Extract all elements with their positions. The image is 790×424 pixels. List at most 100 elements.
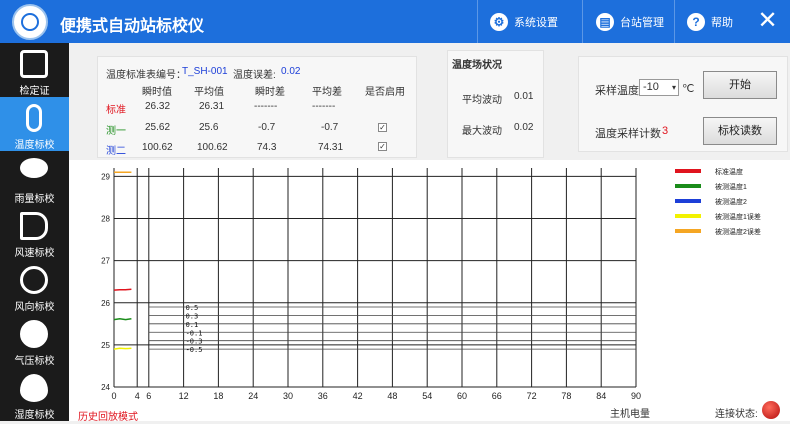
x-tick-label: 66 bbox=[492, 391, 502, 401]
legend-swatch bbox=[675, 214, 701, 218]
sidebar-item-wind-direction[interactable]: 风向标校 bbox=[0, 259, 69, 313]
col-header-avg: 平均值 bbox=[194, 87, 224, 98]
legend-swatch bbox=[675, 184, 701, 188]
row-std-instant: 26.32 bbox=[145, 101, 171, 112]
row-m2-instant-diff: 74.3 bbox=[257, 142, 277, 153]
sample-count-value: 3 bbox=[662, 125, 669, 137]
temp-error-label: 温度误差: bbox=[233, 70, 276, 81]
avg-fluct-value: 0.01 bbox=[514, 91, 534, 102]
sidebar-item-pressure[interactable]: 气压标校 bbox=[0, 313, 69, 367]
app-title: 便携式自动站标校仪 bbox=[60, 18, 205, 35]
sample-temp-label: 采样温度 bbox=[595, 85, 639, 97]
y-tick-label: 26 bbox=[101, 299, 110, 308]
sidebar-item-humidity[interactable]: 湿度标校 bbox=[0, 367, 69, 421]
chart-area: 0 4 6 12 18 24 30 36 42 48 54 60 66 72 78 84 90 24 25 26 27 2… bbox=[69, 160, 790, 421]
col-header-avg-diff: 平均差 bbox=[312, 87, 342, 98]
pressure-gauge-icon bbox=[20, 320, 48, 348]
row-m2-enabled-checkbox[interactable]: ✓ bbox=[378, 142, 387, 151]
std-id-label: 温度标准表编号： bbox=[106, 70, 186, 81]
row-m1-avg: 25.6 bbox=[199, 122, 219, 133]
standard-table-panel: 温度标准表编号： T_SH-001 温度误差: 0.02 瞬时值 平均值 瞬时差… bbox=[97, 56, 417, 158]
chevron-down-icon: ▾ bbox=[671, 83, 676, 92]
row-m2-avg: 100.62 bbox=[197, 142, 228, 153]
x-tick-label: 18 bbox=[213, 391, 223, 401]
legend-label: 被测温度1 bbox=[715, 182, 747, 191]
station-icon: ▤ bbox=[596, 12, 614, 31]
reference-line-label: 0.5 bbox=[186, 304, 199, 312]
y-tick-label: 27 bbox=[101, 257, 110, 266]
close-button[interactable]: ✕ bbox=[745, 0, 790, 43]
close-icon: ✕ bbox=[757, 7, 778, 34]
y-tick-label: 24 bbox=[101, 383, 110, 392]
row-m1-enabled-checkbox[interactable]: ✓ bbox=[378, 123, 387, 132]
row-std-name: 标准 bbox=[106, 105, 126, 116]
x-tick-label: 42 bbox=[353, 391, 363, 401]
row-std-avg: 26.31 bbox=[199, 101, 225, 112]
sidebar-item-wind-speed[interactable]: 风速标校 bbox=[0, 205, 69, 259]
std-id-value: T_SH-001 bbox=[182, 66, 228, 77]
row-m2-instant: 100.62 bbox=[142, 142, 173, 153]
col-header-instant: 瞬时值 bbox=[142, 87, 172, 98]
reference-line-label: -0.3 bbox=[186, 338, 203, 346]
row-m1-instant: 25.62 bbox=[145, 122, 171, 133]
series-line bbox=[113, 347, 132, 350]
system-settings-button[interactable]: ⚙ 系统设置 bbox=[480, 0, 580, 43]
legend-label: 标准温度 bbox=[715, 167, 743, 176]
station-management-button[interactable]: ▤ 台站管理 bbox=[586, 0, 674, 43]
x-tick-label: 24 bbox=[248, 391, 258, 401]
x-tick-label: 90 bbox=[631, 391, 641, 401]
legend-swatch bbox=[675, 199, 701, 203]
windsock-icon bbox=[20, 212, 48, 240]
certificate-icon bbox=[20, 50, 48, 78]
row-m1-name: 测一 bbox=[106, 126, 126, 137]
thermometer-icon bbox=[26, 104, 42, 132]
reference-line-label: 0.1 bbox=[186, 321, 199, 329]
y-tick-label: 28 bbox=[101, 215, 110, 224]
humidity-drop-icon bbox=[20, 374, 48, 402]
row-m1-instant-diff: -0.7 bbox=[258, 122, 276, 133]
row-m2-name: 测二 bbox=[106, 146, 126, 157]
x-tick-label: 0 bbox=[111, 391, 116, 401]
wind-direction-icon bbox=[20, 266, 48, 294]
x-tick-label: 4 bbox=[135, 391, 140, 401]
field-status-title: 温度场状况 bbox=[452, 60, 502, 71]
x-tick-label: 12 bbox=[179, 391, 189, 401]
legend-swatch bbox=[675, 229, 701, 233]
x-tick-label: 60 bbox=[457, 391, 467, 401]
max-fluct-label: 最大波动 bbox=[462, 126, 502, 137]
x-tick-label: 54 bbox=[422, 391, 432, 401]
x-tick-label: 78 bbox=[561, 391, 571, 401]
x-tick-label: 6 bbox=[146, 391, 151, 401]
start-button[interactable]: 开始 bbox=[703, 71, 777, 99]
y-tick-label: 29 bbox=[101, 172, 110, 181]
y-tick-label: 25 bbox=[101, 341, 110, 350]
sidebar-item-rain[interactable]: 雨量标校 bbox=[0, 151, 69, 205]
sample-count-label: 温度采样计数 bbox=[595, 128, 661, 140]
help-button[interactable]: ? 帮助 bbox=[677, 0, 745, 43]
rain-icon bbox=[20, 158, 48, 178]
series-line bbox=[113, 318, 132, 321]
gear-icon: ⚙ bbox=[490, 12, 508, 31]
sidebar-item-temperature[interactable]: 温度标校 bbox=[0, 97, 69, 151]
temperature-chart: 0 4 6 12 18 24 30 36 42 48 54 60 66 72 78 84 90 24 25 26 27 2… bbox=[69, 160, 790, 421]
sampling-panel: 采样温度 -10 ▾ ℃ 开始 温度采样计数 3 标校读数 bbox=[578, 56, 788, 152]
top-bar: 便携式自动站标校仪 ⚙ 系统设置 ▤ 台站管理 ? 帮助 ✕ bbox=[0, 0, 790, 43]
col-header-enabled: 是否启用 bbox=[365, 87, 405, 98]
x-tick-label: 72 bbox=[527, 391, 537, 401]
col-header-instant-diff: 瞬时差 bbox=[255, 87, 285, 98]
row-std-instant-diff: ------- bbox=[254, 101, 278, 112]
sidebar-item-certificate[interactable]: 检定证 bbox=[0, 43, 69, 97]
legend-label: 被测温度1误差 bbox=[715, 212, 761, 221]
calibration-read-button[interactable]: 标校读数 bbox=[703, 117, 777, 145]
connection-status-indicator bbox=[762, 401, 780, 419]
legend-label: 被测温度2 bbox=[715, 197, 747, 206]
avg-fluct-label: 平均波动 bbox=[462, 95, 502, 106]
x-tick-label: 84 bbox=[596, 391, 606, 401]
sample-temp-select[interactable]: -10 ▾ bbox=[639, 79, 679, 96]
series-line bbox=[113, 288, 132, 291]
reference-line-label: 0.3 bbox=[186, 312, 199, 320]
row-m1-avg-diff: -0.7 bbox=[321, 122, 339, 133]
reference-line-label: -0.1 bbox=[186, 329, 203, 337]
legend-swatch bbox=[675, 169, 701, 173]
temp-unit: ℃ bbox=[682, 83, 695, 95]
